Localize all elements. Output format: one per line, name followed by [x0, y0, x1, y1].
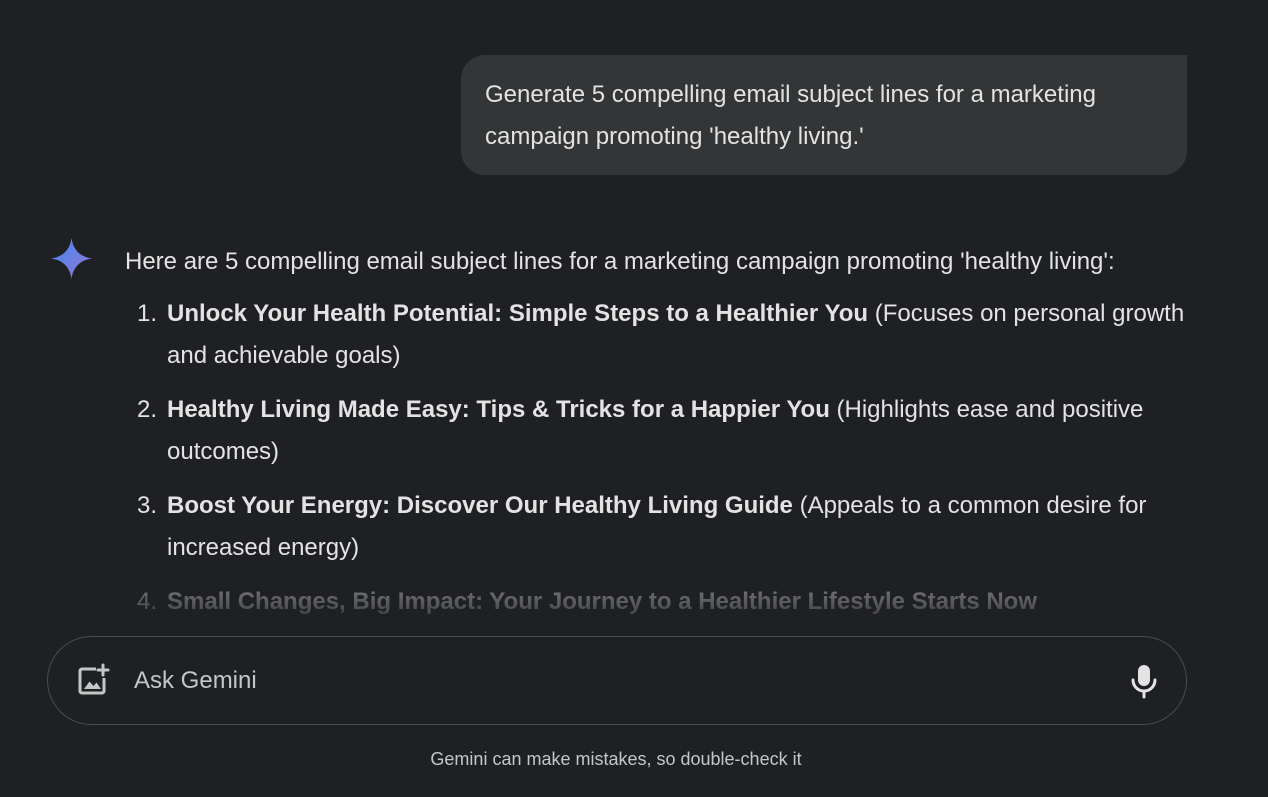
list-item-number: 3.: [137, 492, 158, 519]
prompt-input-bar: [47, 636, 1187, 725]
gemini-sparkle-icon: [50, 237, 93, 280]
disclaimer-text: Gemini can make mistakes, so double-chec…: [430, 749, 802, 769]
subject-line-list: 1. Unlock Your Health Potential: Simple …: [125, 293, 1185, 623]
list-item: 4. Small Changes, Big Impact: Your Journ…: [125, 581, 1185, 623]
list-item-number: 1.: [137, 300, 158, 327]
ask-gemini-input[interactable]: [134, 661, 1034, 701]
subject-line: Unlock Your Health Potential: Simple Ste…: [167, 300, 869, 327]
add-image-icon[interactable]: [75, 663, 111, 699]
list-item-number: 2.: [137, 396, 158, 423]
list-item-number: 4.: [137, 588, 158, 615]
subject-line: Small Changes, Big Impact: Your Journey …: [167, 588, 1037, 615]
list-item: 3. Boost Your Energy: Discover Our Healt…: [125, 485, 1185, 569]
list-item: 2. Healthy Living Made Easy: Tips & Tric…: [125, 389, 1185, 473]
user-message-bubble: Generate 5 compelling email subject line…: [461, 55, 1187, 175]
response-intro: Here are 5 compelling email subject line…: [125, 248, 1115, 275]
subject-line: Healthy Living Made Easy: Tips & Tricks …: [167, 396, 830, 423]
list-item: 1. Unlock Your Health Potential: Simple …: [125, 293, 1185, 377]
subject-line: Boost Your Energy: Discover Our Healthy …: [167, 492, 793, 519]
chat-page: Generate 5 compelling email subject line…: [0, 0, 1268, 797]
user-message-text: Generate 5 compelling email subject line…: [485, 81, 1096, 150]
microphone-icon[interactable]: [1128, 663, 1160, 699]
assistant-response: Here are 5 compelling email subject line…: [125, 241, 1185, 636]
